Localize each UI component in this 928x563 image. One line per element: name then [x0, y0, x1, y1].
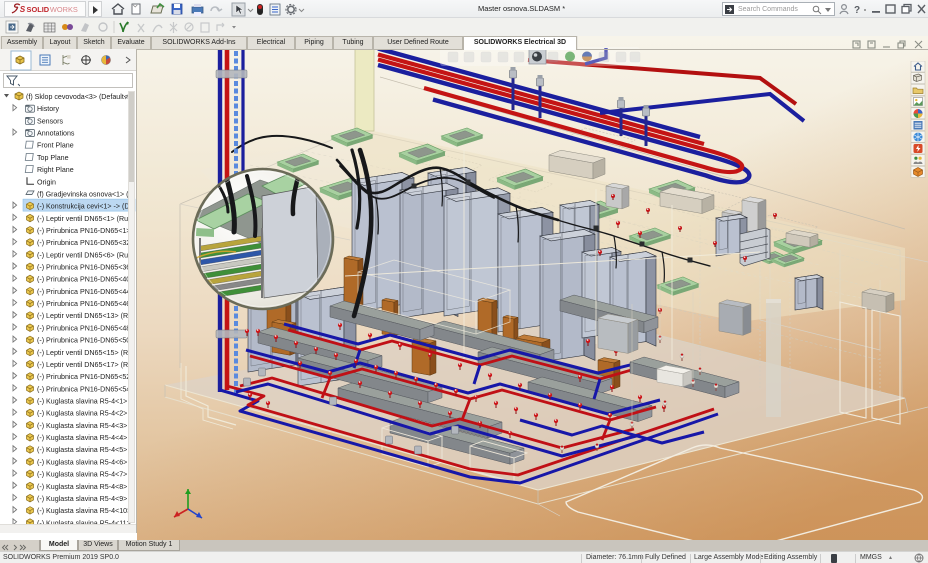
svg-text:(-) Kuglasta slavina R5-4<4> (: (-) Kuglasta slavina R5-4<4> (I: [37, 434, 134, 442]
svg-text:Sensors: Sensors: [37, 117, 63, 125]
svg-text:(-) Leptir ventil DN65<1> (Ruc: (-) Leptir ventil DN65<1> (Ruc: [37, 215, 132, 223]
svg-text:?: ?: [854, 5, 860, 16]
svg-text:(-) Leptir ventil DN65<6> (Ruc: (-) Leptir ventil DN65<6> (Ruc: [37, 251, 132, 259]
svg-text:History: History: [37, 105, 60, 113]
svg-text:(-) Prirubnica PN16-DN65<52>: (-) Prirubnica PN16-DN65<52>: [37, 373, 134, 381]
svg-text:(-) Kuglasta slavina R5-4<10>: (-) Kuglasta slavina R5-4<10>: [37, 507, 131, 515]
svg-text:(-) Prirubnica PN16-DN65<40>: (-) Prirubnica PN16-DN65<40>: [37, 276, 134, 284]
svg-text:Origin: Origin: [37, 178, 56, 186]
svg-text:(-) Leptir ventil DN65<15> (Ru: (-) Leptir ventil DN65<15> (Ru: [37, 349, 132, 357]
svg-text:(-) Konstrukcija cevi<1> -> (D: (-) Konstrukcija cevi<1> -> (D: [37, 203, 129, 211]
svg-text:Top Plane: Top Plane: [37, 154, 69, 162]
svg-text:(-) Prirubnica PN16-DN65<44>: (-) Prirubnica PN16-DN65<44>: [37, 288, 134, 296]
svg-text:(-) Kuglasta slavina R5-4<8> (: (-) Kuglasta slavina R5-4<8> (I: [37, 483, 134, 491]
svg-text:(-) Prirubnica PN16-DN65<50>: (-) Prirubnica PN16-DN65<50>: [37, 337, 134, 345]
svg-text:(f) Gradjevinska osnova<1> (D: (f) Gradjevinska osnova<1> (D: [37, 190, 134, 198]
svg-text:(-) Kuglasta slavina R5-4<6> (: (-) Kuglasta slavina R5-4<6> (I: [37, 458, 134, 466]
svg-text:SOLID: SOLID: [27, 5, 50, 14]
svg-text:(-) Prirubnica PN16-DN65<32>: (-) Prirubnica PN16-DN65<32>: [37, 239, 134, 247]
svg-text:(-) Kuglasta slavina R5-4<1> (: (-) Kuglasta slavina R5-4<1> (I: [37, 398, 134, 406]
svg-text:(-) Leptir ventil DN65<13> (Ru: (-) Leptir ventil DN65<13> (Ru: [37, 312, 132, 320]
svg-text:S: S: [20, 5, 26, 14]
svg-text:(-) Leptir ventil DN65<17> (Ru: (-) Leptir ventil DN65<17> (Ru: [37, 361, 132, 369]
svg-text:(-) Kuglasta slavina R5-4<7> (: (-) Kuglasta slavina R5-4<7> (I: [37, 471, 134, 479]
svg-text:(-) Prirubnica PN16-DN65<36>: (-) Prirubnica PN16-DN65<36>: [37, 264, 134, 272]
svg-text:Front Plane: Front Plane: [37, 142, 74, 150]
svg-text:WORKS: WORKS: [50, 5, 78, 14]
svg-text:(-) Prirubnica PN16-DN65<54>: (-) Prirubnica PN16-DN65<54>: [37, 385, 134, 393]
svg-text:(-) Kuglasta slavina R5-4<2> (: (-) Kuglasta slavina R5-4<2> (I: [37, 410, 134, 418]
svg-text:Right Plane: Right Plane: [37, 166, 74, 174]
svg-text:(-) Kuglasta slavina R5-4<9> (: (-) Kuglasta slavina R5-4<9> (I: [37, 495, 134, 503]
svg-text:(-) Kuglasta slavina R5-4<3> (: (-) Kuglasta slavina R5-4<3> (I: [37, 422, 134, 430]
svg-text:(f) Sklop cevovoda<3> (Default: (f) Sklop cevovoda<3> (Default<Di: [26, 93, 135, 101]
svg-text:(-) Kuglasta slavina R5-4<5> (: (-) Kuglasta slavina R5-4<5> (I: [37, 446, 134, 454]
svg-text:(-) Prirubnica PN16-DN65<1>: (-) Prirubnica PN16-DN65<1>: [37, 227, 130, 235]
svg-text:Annotations: Annotations: [37, 130, 75, 138]
svg-text:(-) Prirubnica PN16-DN65<46>: (-) Prirubnica PN16-DN65<46>: [37, 300, 134, 308]
svg-text:(-) Prirubnica PN16-DN65<48>: (-) Prirubnica PN16-DN65<48>: [37, 324, 134, 332]
